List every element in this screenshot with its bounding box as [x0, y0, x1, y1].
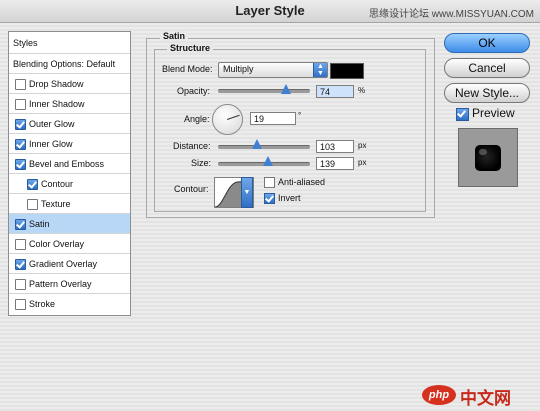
pattern-overlay-item[interactable]: Pattern Overlay	[9, 274, 130, 294]
style-preview	[458, 128, 518, 187]
preview-label: Preview	[472, 106, 515, 120]
contour-item[interactable]: Contour	[9, 174, 130, 194]
styles-list: Styles Blending Options: Default Drop Sh…	[8, 31, 131, 316]
stroke-item[interactable]: Stroke	[9, 294, 130, 314]
anti-aliased-label: Anti-aliased	[278, 177, 326, 187]
blend-mode-label: Blend Mode:	[162, 64, 213, 74]
color-overlay-checkbox[interactable]	[15, 239, 26, 250]
angle-indicator	[227, 114, 240, 120]
structure-group-title: Structure	[167, 43, 214, 53]
contour-checkbox[interactable]	[27, 179, 38, 190]
angle-unit: °	[298, 111, 302, 120]
opacity-slider-track[interactable]	[218, 89, 310, 93]
opacity-input[interactable]: 74	[316, 85, 354, 98]
php-watermark-text: 中文网	[460, 389, 511, 408]
php-watermark: php 中文网	[422, 383, 534, 408]
drop-shadow-label: Drop Shadow	[29, 79, 84, 89]
satin-checkbox[interactable]	[15, 219, 26, 230]
opacity-label: Opacity:	[177, 86, 211, 96]
drop-shadow-checkbox[interactable]	[15, 79, 26, 90]
pattern-overlay-checkbox[interactable]	[15, 279, 26, 290]
preview-checkbox[interactable]	[456, 108, 469, 121]
angle-dial[interactable]	[212, 104, 243, 135]
angle-label: Angle:	[184, 114, 210, 124]
size-slider-thumb[interactable]	[262, 156, 273, 166]
distance-label: Distance:	[173, 141, 211, 151]
blend-mode-select[interactable]: Multiply ▲ ▼	[218, 62, 328, 78]
color-overlay-item[interactable]: Color Overlay	[9, 234, 130, 254]
preview-highlight	[479, 149, 487, 155]
contour-field-label: Contour:	[174, 184, 209, 194]
inner-glow-label: Inner Glow	[29, 139, 73, 149]
stroke-checkbox[interactable]	[15, 299, 26, 310]
inner-shadow-item[interactable]: Inner Shadow	[9, 94, 130, 114]
new-style-button[interactable]: New Style...	[444, 83, 530, 103]
size-unit: px	[358, 158, 367, 167]
bevel-emboss-label: Bevel and Emboss	[29, 159, 105, 169]
contour-dropdown-button[interactable]: ▼	[241, 177, 253, 208]
color-overlay-label: Color Overlay	[29, 239, 85, 249]
distance-input[interactable]: 103	[316, 140, 354, 153]
outer-glow-item[interactable]: Outer Glow	[9, 114, 130, 134]
cancel-button[interactable]: Cancel	[444, 58, 530, 78]
php-logo: php	[422, 385, 456, 405]
distance-unit: px	[358, 141, 367, 150]
satin-item[interactable]: Satin	[9, 214, 130, 234]
inner-shadow-label: Inner Shadow	[29, 99, 85, 109]
gradient-overlay-label: Gradient Overlay	[29, 259, 98, 269]
inner-glow-checkbox[interactable]	[15, 139, 26, 150]
texture-label: Texture	[41, 199, 71, 209]
inner-glow-item[interactable]: Inner Glow	[9, 134, 130, 154]
ok-button[interactable]: OK	[444, 33, 530, 53]
invert-checkbox[interactable]	[264, 193, 275, 204]
inner-shadow-checkbox[interactable]	[15, 99, 26, 110]
opacity-unit: %	[358, 86, 366, 95]
size-input[interactable]: 139	[316, 157, 354, 170]
size-label: Size:	[191, 158, 212, 168]
satin-label: Satin	[29, 219, 50, 229]
satin-group-title: Satin	[160, 31, 189, 41]
gradient-overlay-item[interactable]: Gradient Overlay	[9, 254, 130, 274]
blend-mode-value: Multiply	[223, 64, 254, 74]
contour-label: Contour	[41, 179, 74, 189]
styles-header[interactable]: Styles	[9, 32, 130, 54]
outer-glow-label: Outer Glow	[29, 119, 75, 129]
texture-item[interactable]: Texture	[9, 194, 130, 214]
gradient-overlay-checkbox[interactable]	[15, 259, 26, 270]
drop-shadow-item[interactable]: Drop Shadow	[9, 74, 130, 94]
distance-slider-track[interactable]	[218, 145, 310, 149]
texture-checkbox[interactable]	[27, 199, 38, 210]
up-down-arrow-icon: ▲ ▼	[313, 63, 327, 77]
blend-color-swatch[interactable]	[330, 63, 364, 79]
bevel-emboss-item[interactable]: Bevel and Emboss	[9, 154, 130, 174]
bevel-emboss-checkbox[interactable]	[15, 159, 26, 170]
distance-slider-thumb[interactable]	[251, 139, 262, 149]
pattern-overlay-label: Pattern Overlay	[29, 279, 92, 289]
angle-input[interactable]: 19	[250, 112, 296, 125]
anti-aliased-checkbox[interactable]	[264, 177, 275, 188]
outer-glow-checkbox[interactable]	[15, 119, 26, 130]
blending-options-item[interactable]: Blending Options: Default	[9, 54, 130, 74]
invert-label: Invert	[278, 193, 301, 203]
watermark-text: 思缘设计论坛 www.MISSYUAN.COM	[368, 9, 534, 20]
opacity-slider-thumb[interactable]	[281, 84, 292, 94]
stroke-label: Stroke	[29, 299, 56, 309]
